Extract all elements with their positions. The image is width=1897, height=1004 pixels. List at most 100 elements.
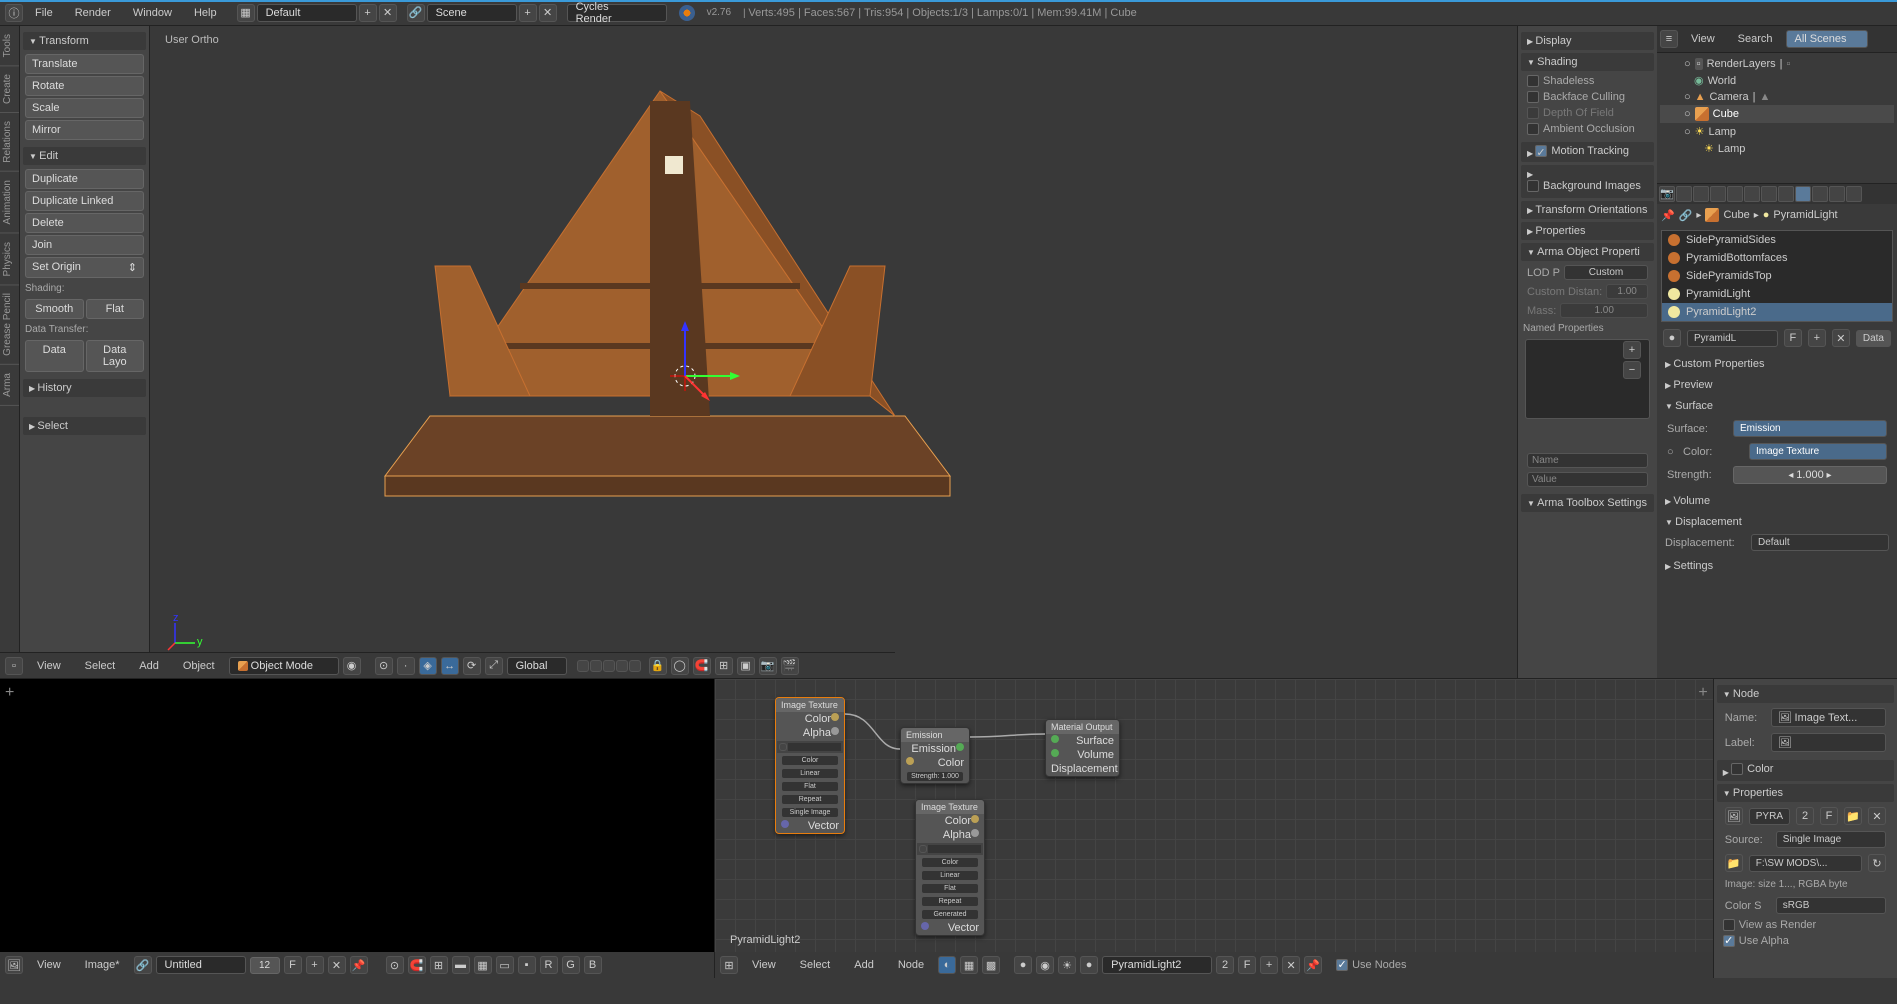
snap-2d-icon[interactable]: 🧲 [408, 956, 426, 974]
delete-button[interactable]: Delete [25, 213, 144, 233]
mat-name-field[interactable]: PyramidL [1687, 330, 1778, 347]
mat-add-icon[interactable]: + [1808, 329, 1826, 347]
history-panel-header[interactable]: History [23, 379, 146, 397]
channels-z-icon[interactable]: ▪ [518, 956, 536, 974]
tree-lamp[interactable]: ○ ☀ Lamp [1660, 123, 1894, 140]
node-unlink-icon[interactable]: ✕ [1282, 956, 1300, 974]
img-view-menu[interactable]: View [27, 955, 71, 975]
node-header[interactable]: Image Texture [776, 698, 844, 712]
scale-button[interactable]: Scale [25, 98, 144, 118]
value-field[interactable]: Value [1527, 472, 1648, 487]
preview-header[interactable]: Preview [1659, 376, 1895, 394]
img-users-count[interactable]: 2 [1796, 807, 1814, 825]
info-editor-icon[interactable]: ⓘ [5, 4, 23, 22]
smooth-button[interactable]: Smooth [25, 299, 84, 319]
channels-rgba-icon[interactable]: ▦ [474, 956, 492, 974]
material-tab-icon[interactable] [1795, 186, 1811, 202]
mat-slot-1[interactable]: PyramidBottomfaces [1662, 249, 1892, 267]
render-tab-icon[interactable]: 📷 [1659, 186, 1675, 202]
3d-viewport[interactable]: User Ortho [150, 26, 1517, 678]
img-unlink-icon[interactable]: ✕ [328, 956, 346, 974]
tree-cube[interactable]: ○ Cube [1660, 105, 1894, 123]
node-color-header[interactable]: Color [1717, 760, 1894, 781]
manipulator-toggle-icon[interactable]: ◈ [419, 657, 437, 675]
layer-4-icon[interactable] [616, 660, 628, 672]
tree-camera[interactable]: ○ ▲ Camera | ▲ [1660, 89, 1894, 105]
channels-rgb-icon[interactable]: ▬ [452, 956, 470, 974]
img-add-icon[interactable]: + [306, 956, 324, 974]
select-panel-header[interactable]: Select [23, 417, 146, 435]
mat-slot-4[interactable]: PyramidLight2 [1662, 303, 1892, 321]
settings-header[interactable]: Settings [1659, 557, 1895, 575]
transform-orient-header[interactable]: Transform Orientations [1521, 201, 1654, 219]
view-menu[interactable]: View [27, 656, 71, 676]
node-header[interactable]: Image Texture [916, 800, 984, 814]
node-add-menu[interactable]: Add [844, 955, 884, 975]
node-label-field[interactable]: 🖼 [1771, 733, 1886, 752]
img-browse-icon[interactable]: 🔗 [134, 956, 152, 974]
world-tab-icon[interactable] [1710, 186, 1726, 202]
collapse-icon[interactable]: + [5, 684, 14, 702]
opengl-render-icon[interactable]: 📷 [759, 657, 777, 675]
tab-tools[interactable]: Tools [0, 26, 19, 66]
texture-tab-icon[interactable] [1812, 186, 1828, 202]
node-select-menu[interactable]: Select [790, 955, 841, 975]
menu-help[interactable]: Help [184, 3, 227, 23]
add-menu[interactable]: Add [129, 656, 169, 676]
object-tab-icon[interactable] [1727, 186, 1743, 202]
strength-field[interactable]: ◂ 1.000 ▸ [1733, 466, 1887, 484]
renderlayers-tab-icon[interactable] [1676, 186, 1692, 202]
particles-tab-icon[interactable] [1829, 186, 1845, 202]
shading-panel-header[interactable]: Shading [1521, 53, 1654, 71]
node-header[interactable]: Material Output [1046, 720, 1119, 734]
tree-lamp-data[interactable]: ☀ Lamp [1660, 140, 1894, 157]
img-f-button[interactable]: F [1820, 807, 1838, 825]
mat-browse-icon[interactable]: ● [1663, 329, 1681, 347]
outliner-tree[interactable]: ○ ▫ RenderLayers | ▫ ◉ World ○ ▲ Camera … [1657, 53, 1897, 183]
node-material-field[interactable]: PyramidLight2 [1102, 956, 1212, 974]
mat-slot-3[interactable]: PyramidLight [1662, 285, 1892, 303]
disp-dropdown[interactable]: Default [1751, 534, 1889, 551]
surface-shader-dropdown[interactable]: Emission [1733, 420, 1887, 437]
node-name-field[interactable]: 🖼 Image Text... [1771, 708, 1886, 727]
custom-props-header[interactable]: Custom Properties [1659, 355, 1895, 373]
physics-tab-icon[interactable] [1846, 186, 1862, 202]
pivot-2d-icon[interactable]: ⊙ [386, 956, 404, 974]
lock-camera-icon[interactable]: 🔒 [649, 657, 667, 675]
img-datablock-field[interactable]: PYRA [1749, 808, 1790, 825]
scene-browse-icon[interactable]: 🔗 [407, 4, 425, 22]
scene-tab-icon[interactable] [1693, 186, 1709, 202]
tree-world[interactable]: ◉ World [1660, 72, 1894, 89]
node-users-field[interactable]: 2 [1216, 956, 1234, 974]
channels-g-icon[interactable]: G [562, 956, 580, 974]
mat-slot-0[interactable]: SidePyramidSides [1662, 231, 1892, 249]
use-alpha-checkbox[interactable]: ✓ [1723, 935, 1735, 947]
viewport-editor-icon[interactable]: ▫ [5, 657, 23, 675]
tab-physics[interactable]: Physics [0, 234, 19, 285]
world-shader-icon[interactable]: ◉ [1036, 956, 1054, 974]
node-fake-user-button[interactable]: F [1238, 956, 1256, 974]
node-node-menu[interactable]: Node [888, 955, 934, 975]
data-tab-icon[interactable] [1778, 186, 1794, 202]
volume-header[interactable]: Volume [1659, 492, 1895, 510]
set-origin-dropdown[interactable]: Set Origin⇕ [25, 257, 144, 278]
properties-header[interactable]: Properties [1521, 222, 1654, 240]
pyramid-mesh[interactable] [350, 76, 990, 516]
pivot-median-icon[interactable]: · [397, 657, 415, 675]
select-menu[interactable]: Select [75, 656, 126, 676]
layer-2-icon[interactable] [590, 660, 602, 672]
snap-icon[interactable]: 🧲 [693, 657, 711, 675]
snap-type-icon[interactable]: ⊞ [715, 657, 733, 675]
data-layout-button[interactable]: Data Layo [86, 340, 145, 372]
channels-alpha-icon[interactable]: ▭ [496, 956, 514, 974]
filepath-field[interactable]: F:\SW MODS\... [1749, 855, 1862, 872]
layout-remove-icon[interactable]: ✕ [379, 4, 397, 22]
pivot-icon[interactable]: ⊙ [375, 657, 393, 675]
img-datablock-browse-icon[interactable]: 🖼 [1725, 807, 1743, 825]
color-input-dropdown[interactable]: Image Texture [1749, 443, 1887, 460]
orientation-dropdown[interactable]: Global [507, 657, 567, 675]
mat-unlink-icon[interactable]: ✕ [1832, 329, 1850, 347]
rotate-manip-icon[interactable]: ⟳ [463, 657, 481, 675]
mode-dropdown[interactable]: Object Mode [229, 657, 339, 675]
translate-button[interactable]: Translate [25, 54, 144, 74]
